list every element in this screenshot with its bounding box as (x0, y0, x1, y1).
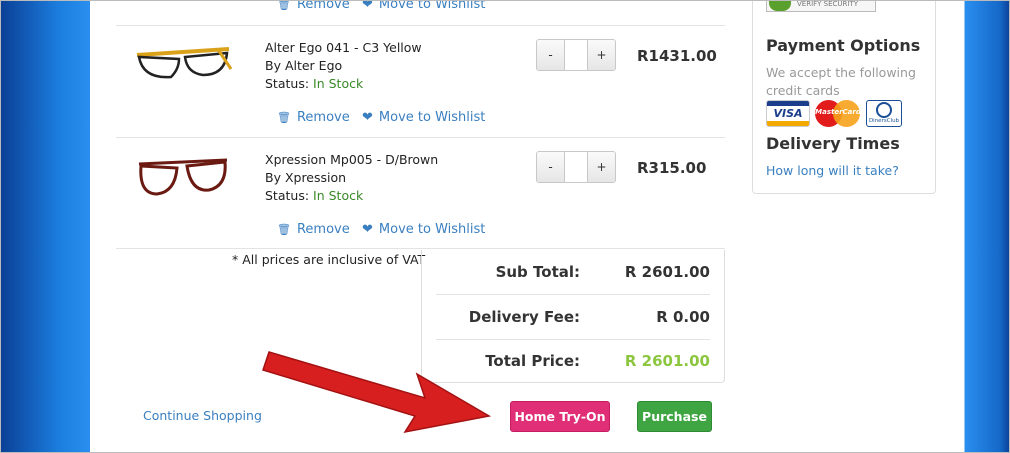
sub-total-value: R 2601.00 (624, 263, 710, 281)
heart-icon: ❤ (362, 0, 373, 12)
qty-input[interactable] (564, 40, 588, 70)
remove-link-top[interactable]: 🗑 Remove (277, 0, 350, 12)
trash-icon: 🗑 (277, 0, 291, 11)
wishlist-link[interactable]: ❤ Move to Wishlist (362, 222, 485, 237)
sub-total-row: Sub Total: R 2601.00 (436, 250, 710, 295)
product-info: Alter Ego 041 - C3 Yellow By Alter Ego S… (265, 39, 422, 93)
item-price: R315.00 (637, 159, 707, 177)
visa-card-icon: VISA (766, 100, 810, 127)
product-status: Status: In Stock (265, 75, 422, 93)
qty-plus-button[interactable]: + (588, 152, 615, 182)
glasses-yellow-image (136, 47, 233, 79)
home-try-on-button[interactable]: Home Try-On (510, 401, 610, 432)
mastercard-label: MasterCard (815, 108, 861, 116)
total-price-value: R 2601.00 (624, 351, 710, 370)
qty-minus-button[interactable]: - (537, 152, 564, 182)
wishlist-link-top[interactable]: ❤ Move to Wishlist (362, 0, 485, 12)
wishlist-label: Move to Wishlist (378, 222, 486, 237)
stock-status: In Stock (313, 188, 364, 203)
status-label: Status: (265, 76, 314, 91)
heart-icon: ❤ (362, 110, 373, 125)
diners-club-icon: DinersClub (866, 100, 902, 127)
product-info: Xpression Mp005 - D/Brown By Xpression S… (265, 151, 438, 205)
remove-link[interactable]: 🗑 Remove (277, 110, 350, 125)
security-shield-icon (769, 0, 791, 11)
continue-shopping-link[interactable]: Continue Shopping (143, 408, 262, 423)
qty-input[interactable] (564, 152, 588, 182)
security-badge-label: VERIFY SECURITY (797, 0, 859, 8)
diners-club-label: DinersClub (868, 118, 900, 124)
remove-label: Remove (296, 0, 350, 12)
payment-options-title: Payment Options (766, 36, 921, 55)
purchase-button[interactable]: Purchase (637, 401, 712, 432)
trash-icon: 🗑 (277, 111, 291, 124)
product-name: Alter Ego 041 - C3 Yellow (265, 40, 422, 55)
wishlist-label: Move to Wishlist (378, 110, 486, 125)
delivery-fee-label: Delivery Fee: (468, 308, 580, 326)
status-label: Status: (265, 188, 314, 203)
product-name: Xpression Mp005 - D/Brown (265, 152, 439, 167)
visa-label: VISA (773, 107, 803, 120)
product-brand: By Alter Ego (265, 58, 343, 73)
security-badge[interactable]: VERIFY SECURITY (766, 0, 876, 12)
item-price: R1431.00 (637, 47, 717, 65)
stock-status: In Stock (313, 76, 364, 91)
remove-label: Remove (296, 222, 350, 237)
trash-icon: 🗑 (277, 223, 291, 236)
heart-icon: ❤ (362, 222, 373, 237)
glasses-brown-image (138, 158, 228, 196)
product-status: Status: In Stock (265, 187, 438, 205)
wishlist-link[interactable]: ❤ Move to Wishlist (362, 110, 485, 125)
delivery-time-link[interactable]: How long will it take? (766, 163, 899, 178)
remove-link[interactable]: 🗑 Remove (277, 222, 350, 237)
mastercard-icon: MasterCard (815, 100, 861, 127)
vat-note: * All prices are inclusive of VAT (232, 252, 426, 267)
sub-total-label: Sub Total: (495, 263, 580, 281)
remove-label: Remove (296, 110, 350, 125)
arrow-annotation-icon (262, 351, 492, 434)
delivery-fee-value: R 0.00 (656, 308, 710, 326)
product-brand: By Xpression (265, 170, 347, 185)
delivery-times-title: Delivery Times (766, 134, 900, 153)
wishlist-label: Move to Wishlist (378, 0, 486, 12)
quantity-stepper: - + (536, 151, 616, 183)
qty-plus-button[interactable]: + (588, 40, 615, 70)
quantity-stepper: - + (536, 39, 616, 71)
payment-options-text: We accept the following credit cards (766, 65, 916, 98)
qty-minus-button[interactable]: - (537, 40, 564, 70)
